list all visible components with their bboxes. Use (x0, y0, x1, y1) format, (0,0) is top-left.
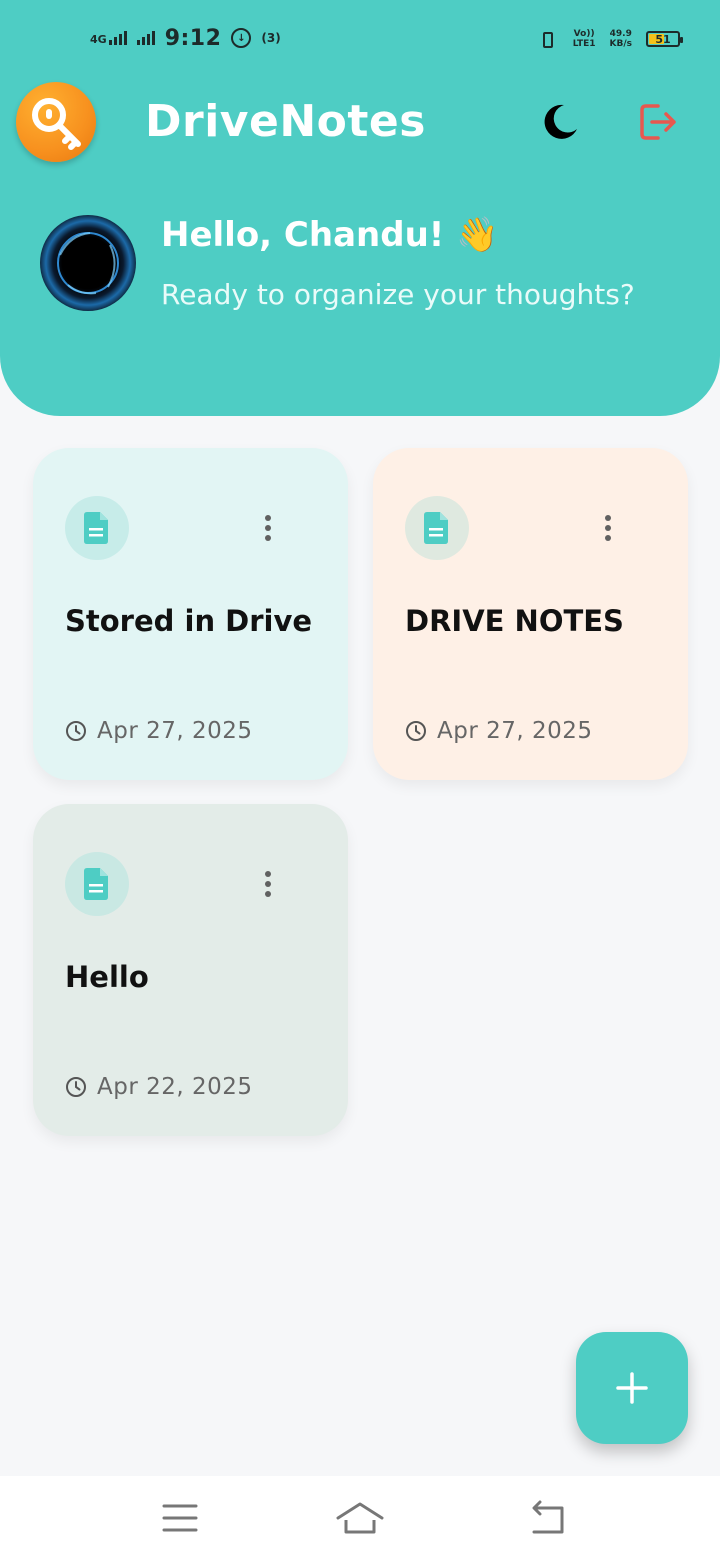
note-date-row: Apr 22, 2025 (65, 1074, 253, 1100)
note-date: Apr 22, 2025 (97, 1074, 253, 1100)
clock-icon (406, 721, 426, 741)
home-icon (336, 1502, 384, 1534)
note-icon-badge (65, 852, 129, 916)
greeting-title: Hello, Chandu! 👋 (161, 215, 499, 255)
note-title: Hello (65, 960, 149, 994)
battery-icon: 51 (646, 31, 683, 47)
speed-unit: KB/s (609, 39, 632, 49)
back-button[interactable] (522, 1500, 574, 1536)
vibrate-icon (537, 29, 559, 49)
note-menu-button[interactable] (255, 510, 281, 546)
status-left: 4G 9:12 ↓ (3) (90, 22, 281, 54)
volte-indicator: Vo)) LTE1 (573, 29, 596, 49)
logout-icon (640, 104, 676, 140)
network-indicator: 4G (90, 31, 127, 45)
note-date-row: Apr 27, 2025 (405, 718, 593, 744)
home-button[interactable] (334, 1500, 386, 1536)
network-speed: 49.9 KB/s (610, 29, 632, 49)
note-card[interactable]: Stored in Drive Apr 27, 2025 (33, 448, 348, 780)
signal-bars-1-icon (108, 31, 127, 45)
document-icon (84, 512, 108, 544)
clock-icon (66, 1077, 86, 1097)
note-menu-button[interactable] (255, 866, 281, 902)
key-icon (32, 98, 81, 150)
avatar-image (57, 232, 119, 295)
volte-bottom: LTE1 (572, 39, 596, 49)
note-card[interactable]: DRIVE NOTES Apr 27, 2025 (373, 448, 688, 780)
greeting-subtitle: Ready to organize your thoughts? (161, 278, 635, 311)
signal-bars-2-icon (136, 31, 155, 45)
moon-icon (544, 104, 577, 139)
note-date-row: Apr 27, 2025 (65, 718, 253, 744)
recent-apps-button[interactable] (154, 1500, 206, 1536)
note-card[interactable]: Hello Apr 22, 2025 (33, 804, 348, 1136)
status-right: Vo)) LTE1 49.9 KB/s 51 (537, 24, 683, 54)
system-navigation-bar (0, 1476, 720, 1560)
status-time: 9:12 (164, 25, 222, 51)
note-title: DRIVE NOTES (405, 604, 624, 638)
status-bar: 4G 9:12 ↓ (3) Vo)) LTE1 49.9 KB/s 51 (0, 0, 720, 76)
note-icon-badge (65, 496, 129, 560)
note-title: Stored in Drive (65, 604, 313, 638)
document-icon (84, 868, 108, 900)
back-icon (532, 1500, 564, 1534)
document-icon (424, 512, 448, 544)
volte-top: Vo)) (573, 29, 595, 39)
data-saver-icon: ↓ (231, 28, 252, 48)
network-type: 4G (90, 33, 107, 46)
app-logo (16, 82, 96, 162)
battery-level: 51 (655, 32, 671, 46)
note-date: Apr 27, 2025 (437, 718, 593, 744)
note-menu-button[interactable] (595, 510, 621, 546)
clock-icon (66, 721, 86, 741)
theme-toggle-button[interactable] (540, 102, 580, 142)
logout-button[interactable] (636, 100, 680, 144)
note-date: Apr 27, 2025 (97, 718, 253, 744)
menu-icon (162, 1504, 198, 1532)
add-note-button[interactable] (576, 1332, 688, 1444)
hotspot-icon: (3) (261, 31, 281, 45)
plus-icon (616, 1372, 648, 1404)
avatar[interactable] (40, 215, 136, 311)
note-icon-badge (405, 496, 469, 560)
app-title: DriveNotes (145, 96, 426, 147)
speed-value: 49.9 (609, 29, 632, 39)
